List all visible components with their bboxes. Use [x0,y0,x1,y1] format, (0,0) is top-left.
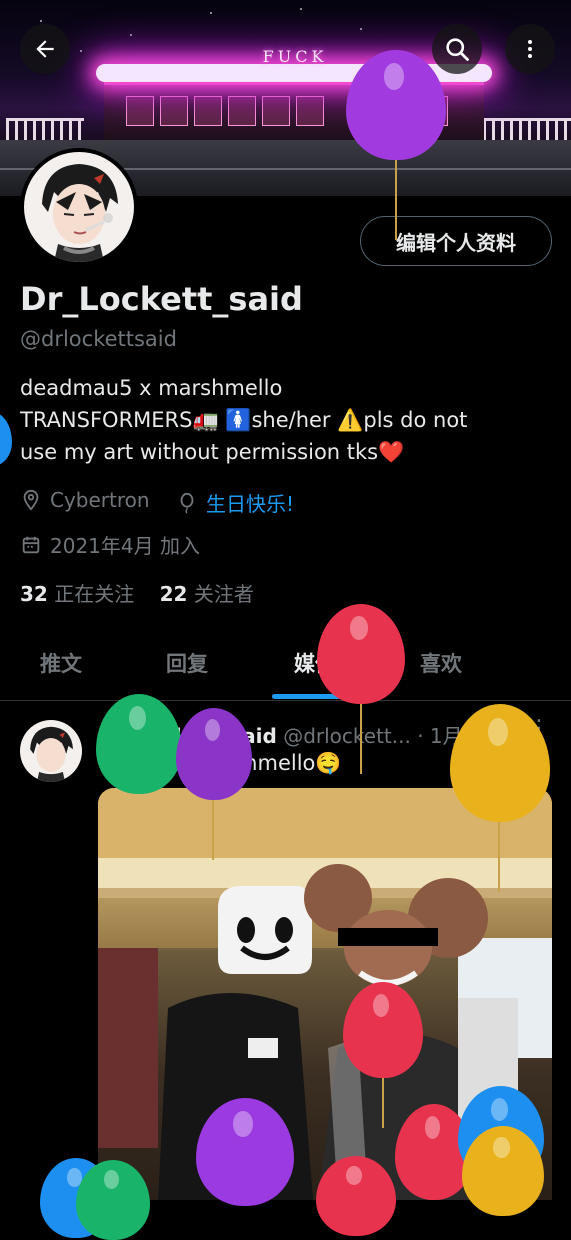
balloon-icon [316,1156,396,1236]
more-vertical-icon [528,40,532,58]
followers-link[interactable]: 22 关注者 [160,582,254,606]
followers-count: 22 [159,582,188,606]
tweet-author-handle[interactable]: @drlockett... [283,724,411,748]
back-button[interactable] [20,24,70,74]
calendar-icon [22,536,40,553]
balloon-string [498,822,500,892]
location-text: Cybertron [50,488,150,512]
balloon-icon [462,1126,544,1216]
followers-label: 关注者 [193,582,254,606]
search-button[interactable] [432,24,482,74]
bio-line: use my art without permission tks❤️ [20,440,405,464]
tabs-divider [0,700,571,701]
following-label: 正在关注 [54,582,135,606]
bio-line: TRANSFORMERS🚛 🚺she/her ⚠️pls do not [20,408,468,432]
username-handle: @drlockettsaid [20,327,177,351]
search-icon [446,38,469,61]
balloon-icon [343,982,423,1078]
profile-birthday[interactable]: 生日快乐! [176,488,294,517]
balloon-icon [76,1160,150,1240]
avatar-illustration [24,152,134,262]
profile-location: Cybertron [20,488,150,512]
tweet-avatar[interactable] [20,720,82,782]
display-name: Dr_Lockett_said [20,280,303,318]
balloon-icon [180,492,194,514]
balloon-string [382,1078,384,1128]
profile-joined: 2021年4月 加入 [20,530,200,559]
neon-sign: FUCK [262,47,328,66]
follow-stats: 32 正在关注 22 关注者 [20,578,254,607]
tab-replies[interactable]: 回复 [166,648,208,678]
balloon-string [212,800,214,860]
more-options-button[interactable] [505,24,555,74]
profile-avatar[interactable] [20,148,138,266]
following-count: 32 [20,582,48,606]
birthday-link[interactable]: 生日快乐! [206,488,294,517]
tab-posts[interactable]: 推文 [40,648,82,678]
balloon-icon [0,412,12,466]
balloon-string [360,704,362,774]
edit-profile-button[interactable]: 编辑个人资料 [360,216,552,266]
balloon-icon [176,708,252,800]
fence-left [6,118,84,141]
location-pin-icon [23,489,39,511]
balloon-icon [317,604,405,704]
balloon-string [395,160,397,240]
balloon-icon [96,694,182,794]
joined-text: 2021年4月 加入 [50,534,200,558]
bio-line: deadmau5 x marshmello [20,376,283,400]
following-link[interactable]: 32 正在关注 [20,582,134,606]
arrow-left-icon [36,40,54,58]
profile-bio: deadmau5 x marshmello TRANSFORMERS🚛 🚺she… [20,372,560,468]
fence-right [474,118,571,141]
tab-likes[interactable]: 喜欢 [420,648,462,678]
